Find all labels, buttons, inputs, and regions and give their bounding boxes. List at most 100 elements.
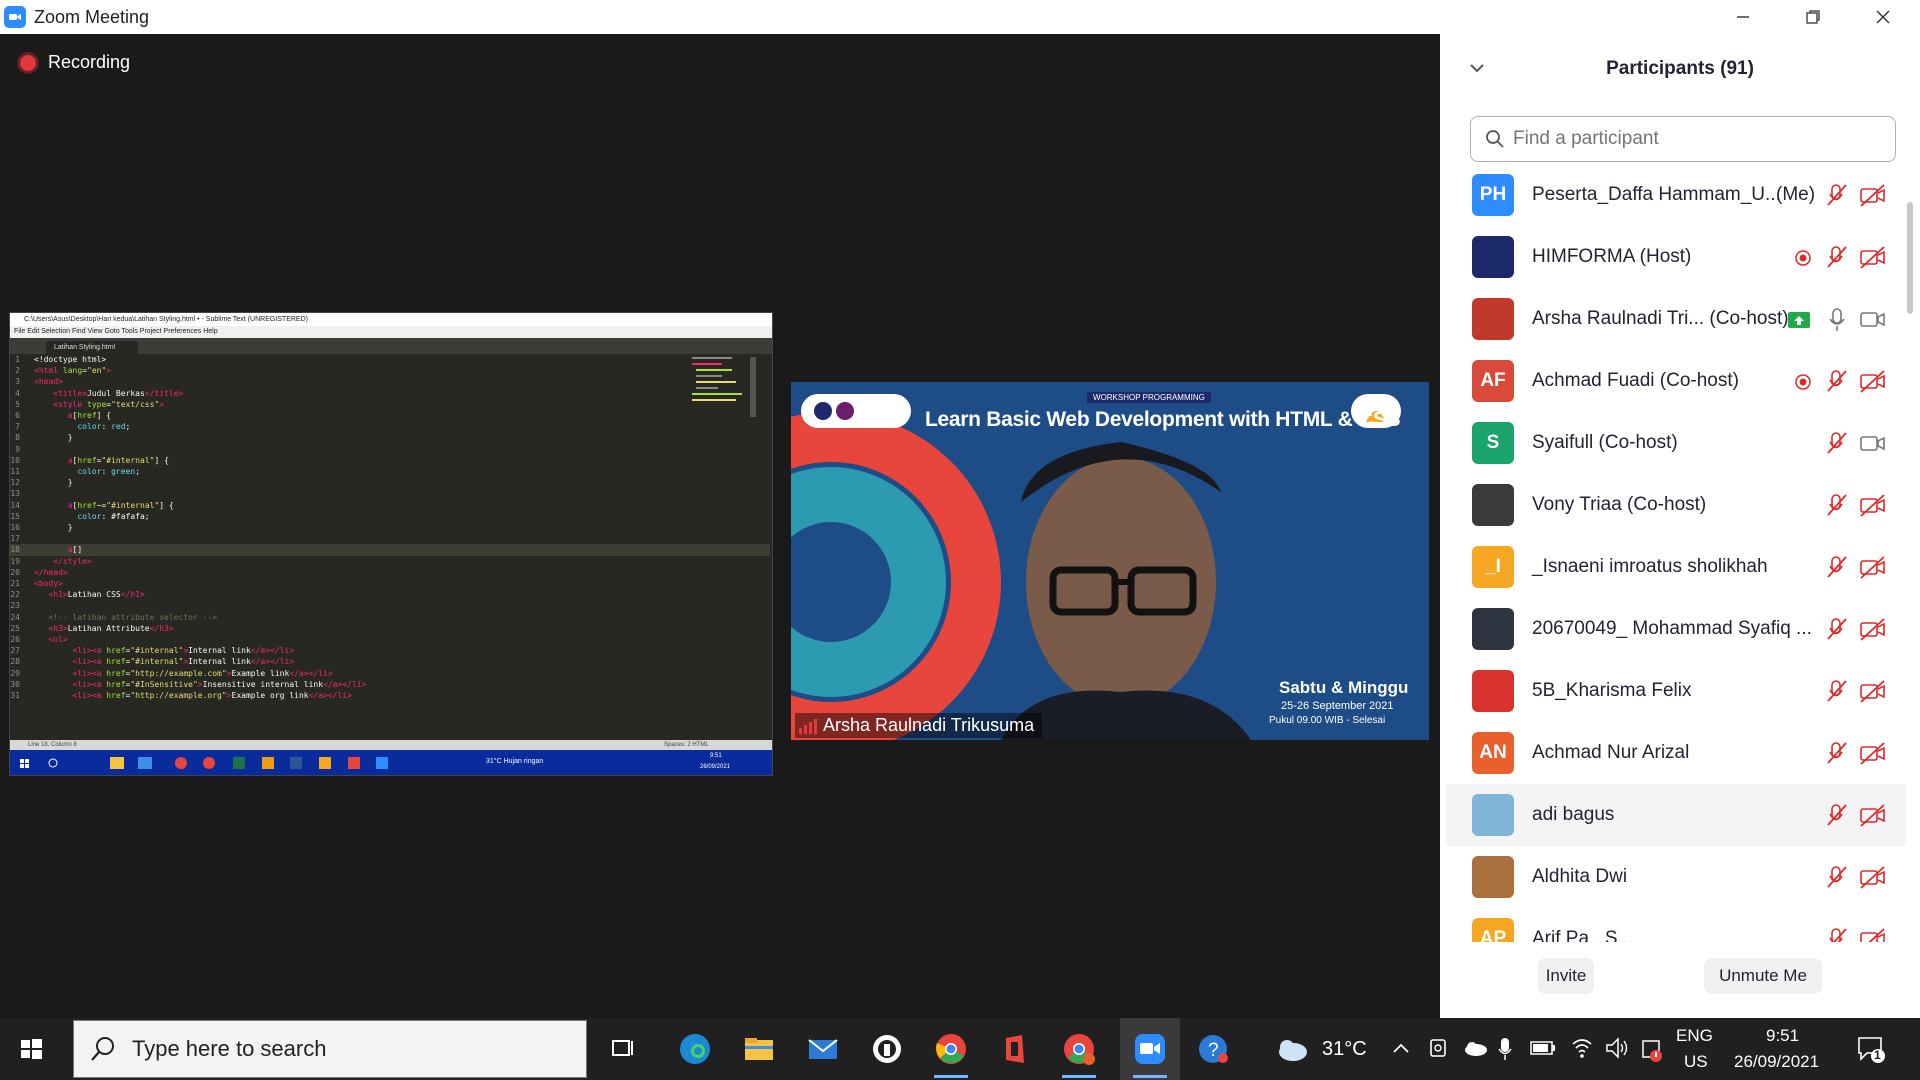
mail-icon[interactable] xyxy=(804,1030,842,1068)
camera-icon[interactable] xyxy=(1860,431,1886,457)
office-icon[interactable] xyxy=(996,1030,1034,1068)
participant-row[interactable]: 5B_Kharisma Felix xyxy=(1446,660,1906,722)
device-icon[interactable] xyxy=(1428,1036,1448,1060)
battery-icon[interactable] xyxy=(1530,1040,1556,1056)
participant-name: Arsha Raulnadi Tri... (Co-host) xyxy=(1532,308,1789,329)
clock-date[interactable]: 26/09/2021 xyxy=(1734,1052,1819,1072)
participant-row[interactable]: 20670049_ Mohammad Syafiq ... xyxy=(1446,598,1906,660)
language-indicator-bottom[interactable]: US xyxy=(1684,1052,1708,1072)
recording-icon[interactable] xyxy=(1790,245,1816,271)
camera-icon[interactable] xyxy=(1860,307,1886,333)
microphone-muted-icon[interactable] xyxy=(1826,679,1852,705)
participant-row[interactable]: Aldhita Dwi xyxy=(1446,846,1906,908)
camera-off-icon[interactable] xyxy=(1860,865,1886,891)
microphone-muted-icon[interactable] xyxy=(1826,245,1852,271)
avatar xyxy=(1472,236,1514,278)
shared-taskbar-weather: 31°C Hujan ringan xyxy=(486,758,544,765)
microphone-icon[interactable] xyxy=(1498,1036,1512,1062)
svg-text:?: ? xyxy=(1208,1040,1219,1061)
minimize-button[interactable] xyxy=(1708,0,1778,34)
unmute-me-button[interactable]: Unmute Me xyxy=(1704,958,1822,994)
avatar xyxy=(1472,484,1514,526)
restore-button[interactable] xyxy=(1778,0,1848,34)
microphone-muted-icon[interactable] xyxy=(1826,493,1852,519)
windows-taskbar: Type here to search ? 31°C ENG US 9:51 2 xyxy=(0,1018,1920,1080)
avatar: AP xyxy=(1472,918,1514,942)
camera-off-icon[interactable] xyxy=(1860,245,1886,271)
microphone-muted-icon[interactable] xyxy=(1826,555,1852,581)
shared-taskbar: 31°C Hujan ringan 9:51 26/09/2021 xyxy=(10,750,772,775)
weather-cloud-icon[interactable] xyxy=(1272,1030,1310,1068)
avatar xyxy=(1472,608,1514,650)
participant-row[interactable]: Vony Triaa (Co-host) xyxy=(1446,474,1906,536)
file-explorer-icon[interactable] xyxy=(740,1030,778,1068)
chrome-profile-icon[interactable] xyxy=(1060,1030,1098,1078)
participant-row[interactable]: AF Achmad Fuadi (Co-host) xyxy=(1446,350,1906,412)
windows-start-icon[interactable] xyxy=(14,1032,48,1066)
participant-row[interactable]: _I _Isnaeni imroatus sholikhah xyxy=(1446,536,1906,598)
edge-browser-icon[interactable] xyxy=(676,1030,714,1068)
microphone-icon[interactable] xyxy=(1826,307,1852,333)
recording-indicator[interactable]: Recording xyxy=(20,52,130,73)
microphone-muted-icon[interactable] xyxy=(1826,803,1852,829)
camera-off-icon[interactable] xyxy=(1860,679,1886,705)
microphone-muted-icon[interactable] xyxy=(1826,741,1852,767)
share-screen-icon[interactable] xyxy=(1786,307,1812,333)
participant-row[interactable]: adi bagus xyxy=(1446,784,1906,846)
editor-minimap xyxy=(692,357,756,417)
shared-screen[interactable]: C:\Users\Asus\Desktop\Hari kedua\Latihan… xyxy=(9,312,773,776)
task-view-icon[interactable] xyxy=(604,1030,642,1068)
camera-off-icon[interactable] xyxy=(1860,617,1886,643)
participant-row[interactable]: AP Arif Pa...S... xyxy=(1446,908,1906,942)
camera-off-icon[interactable] xyxy=(1860,741,1886,767)
participant-name: Syaifull (Co-host) xyxy=(1532,432,1678,453)
chevron-up-icon[interactable] xyxy=(1392,1042,1410,1054)
microphone-muted-icon[interactable] xyxy=(1826,183,1852,209)
speaker-name-tag: Arsha Raulnadi Trikusuma xyxy=(795,713,1043,738)
microphone-muted-icon[interactable] xyxy=(1826,927,1852,942)
participant-search-input[interactable] xyxy=(1513,128,1873,150)
avatar: AN xyxy=(1472,732,1514,774)
editor-status-position: Line 18, Column 8 xyxy=(28,742,77,748)
microphone-muted-icon[interactable] xyxy=(1826,431,1852,457)
participant-row[interactable]: AN Achmad Nur Arizal xyxy=(1446,722,1906,784)
chrome-icon[interactable] xyxy=(932,1030,970,1078)
taskbar-temperature[interactable]: 31°C xyxy=(1322,1038,1367,1061)
participant-name: adi bagus xyxy=(1532,804,1615,825)
recording-icon[interactable] xyxy=(1790,369,1816,395)
camera-off-icon[interactable] xyxy=(1860,183,1886,209)
participant-row[interactable]: HIMFORMA (Host) xyxy=(1446,226,1906,288)
search-icon xyxy=(91,1037,114,1061)
camera-off-icon[interactable] xyxy=(1860,927,1886,942)
zoom-taskbar-icon[interactable] xyxy=(1131,1030,1169,1078)
camera-off-icon[interactable] xyxy=(1860,555,1886,581)
github-app-icon[interactable] xyxy=(868,1030,906,1068)
microphone-muted-icon[interactable] xyxy=(1826,617,1852,643)
camera-off-icon[interactable] xyxy=(1860,803,1886,829)
avatar xyxy=(1472,856,1514,898)
participant-row[interactable]: S Syaifull (Co-host) xyxy=(1446,412,1906,474)
participant-list-scrollbar[interactable] xyxy=(1906,166,1914,942)
camera-off-icon[interactable] xyxy=(1860,369,1886,395)
help-icon[interactable]: ? xyxy=(1194,1030,1232,1068)
speaker-video[interactable]: WORKSHOP PROGRAMMING Learn Basic Web Dev… xyxy=(791,382,1429,740)
network-icon[interactable] xyxy=(1570,1036,1594,1060)
participant-row[interactable]: PH Peserta_Daffa Hammam_U... (Me) xyxy=(1446,166,1906,226)
search-icon xyxy=(1486,130,1504,148)
invite-button[interactable]: Invite xyxy=(1538,958,1594,994)
participant-search[interactable] xyxy=(1470,116,1896,162)
zoom-app-icon xyxy=(4,6,26,28)
participant-row[interactable]: Arsha Raulnadi Tri... (Co-host) xyxy=(1446,288,1906,350)
volume-icon[interactable] xyxy=(1604,1036,1630,1060)
microphone-muted-icon[interactable] xyxy=(1826,369,1852,395)
microphone-muted-icon[interactable] xyxy=(1826,865,1852,891)
onedrive-icon[interactable] xyxy=(1462,1038,1488,1058)
close-button[interactable] xyxy=(1848,0,1918,34)
scrollbar-thumb[interactable] xyxy=(1907,202,1913,314)
language-indicator-top[interactable]: ENG xyxy=(1676,1026,1713,1046)
notification-center[interactable]: 1 xyxy=(1856,1034,1886,1064)
clock-time[interactable]: 9:51 xyxy=(1766,1026,1799,1046)
security-alert-icon[interactable] xyxy=(1640,1036,1664,1062)
camera-off-icon[interactable] xyxy=(1860,493,1886,519)
taskbar-search-box[interactable]: Type here to search xyxy=(73,1020,587,1078)
